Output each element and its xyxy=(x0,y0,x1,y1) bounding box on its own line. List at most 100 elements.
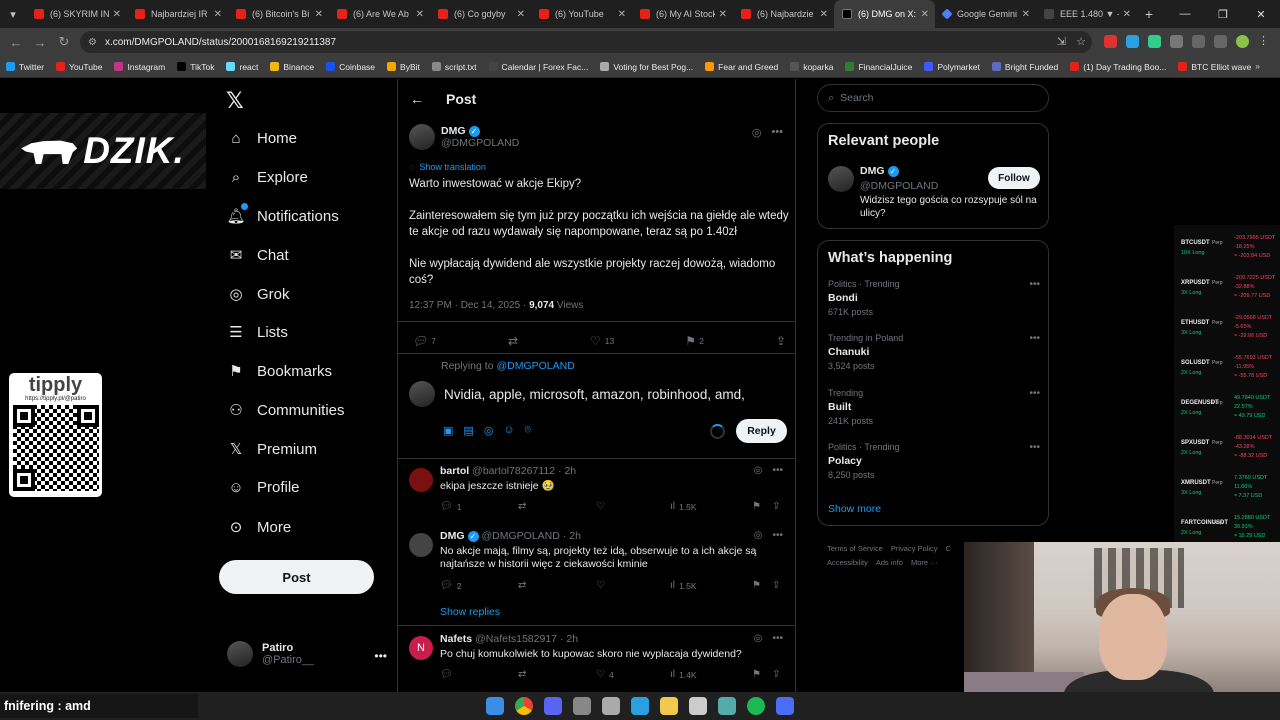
bookmark-item[interactable]: TikTok xyxy=(177,62,214,72)
browser-tab[interactable]: Google Gemini ✕ xyxy=(935,0,1036,28)
browser-tab[interactable]: (6) Co gdyby ✕ xyxy=(430,0,531,28)
bookmark-item[interactable]: YouTube xyxy=(56,62,102,72)
app-icon[interactable] xyxy=(689,697,707,715)
bookmark-item[interactable]: Binance xyxy=(270,62,314,72)
post-timestamp[interactable]: 12:37 PM · Dec 14, 2025 · xyxy=(409,300,529,311)
reply-author-name[interactable]: bartol xyxy=(440,465,469,477)
trend-item[interactable]: Trending in Poland Chanuki 3,524 posts ••• xyxy=(828,333,1040,371)
close-tab-icon[interactable]: ✕ xyxy=(113,9,121,20)
browser-tab[interactable]: (6) My AI Stock ✕ xyxy=(632,0,733,28)
bookmark-item[interactable]: Bright Funded xyxy=(991,62,1058,72)
repost-action[interactable]: ⇄ xyxy=(508,334,518,348)
nav-item-home[interactable]: ⌂ Home xyxy=(227,123,297,153)
app-icon[interactable] xyxy=(573,697,591,715)
repost-action[interactable]: ⇄ xyxy=(518,580,530,591)
show-replies-link[interactable]: Show replies xyxy=(440,606,500,618)
nav-item-more[interactable]: ⊙ More xyxy=(227,512,291,542)
tab-search-icon[interactable]: ▾ xyxy=(0,0,26,28)
share-action[interactable]: ⇪ xyxy=(772,669,780,680)
views-action[interactable]: ıl 1.4K xyxy=(670,669,697,680)
bookmark-item[interactable]: script.txt xyxy=(431,62,477,72)
nav-item-profile[interactable]: ☺ Profile xyxy=(227,472,299,502)
follow-button[interactable]: Follow xyxy=(988,167,1040,189)
bookmark-action[interactable]: ⚑ xyxy=(752,580,761,591)
reply-action[interactable]: 💬︎ 1 xyxy=(440,501,461,512)
author-name[interactable]: DMG xyxy=(441,125,466,137)
spotify-icon[interactable] xyxy=(747,697,765,715)
start-icon[interactable] xyxy=(486,697,504,715)
grok-icon[interactable]: ◎ xyxy=(754,465,763,476)
show-translation-link[interactable]: ◌ Show translation xyxy=(409,162,486,172)
close-tab-icon[interactable]: ✕ xyxy=(618,9,626,20)
browser-tab[interactable]: (6) YouTube ✕ xyxy=(531,0,632,28)
bookmark-action[interactable]: ⚑ xyxy=(752,501,761,512)
post-button[interactable]: Post xyxy=(219,560,374,594)
bookmark-item[interactable]: Polymarket xyxy=(924,62,980,72)
reply-time[interactable]: · 2h xyxy=(560,633,578,645)
nav-item-lists[interactable]: ☰ Lists xyxy=(227,317,288,347)
x-logo-icon[interactable]: 𝕏 xyxy=(226,88,244,114)
heart-action[interactable]: ♡ xyxy=(596,501,609,512)
reply-time[interactable]: · 2h xyxy=(563,530,581,542)
chrome-icon[interactable] xyxy=(515,697,533,715)
relevant-name[interactable]: DMG xyxy=(860,165,885,177)
close-window-icon[interactable]: ✕ xyxy=(1242,0,1280,28)
bookmark-item[interactable]: Fear and Greed xyxy=(705,62,778,72)
bookmark-item[interactable]: ByBit xyxy=(387,62,420,72)
telegram-icon[interactable] xyxy=(631,697,649,715)
reply-author-name[interactable]: DMG ✓ xyxy=(440,530,479,542)
gif-icon[interactable]: ▤ xyxy=(463,424,473,437)
app-icon[interactable] xyxy=(776,697,794,715)
grok-icon[interactable]: ◎ xyxy=(752,126,762,139)
more-icon[interactable]: ••• xyxy=(1029,279,1040,290)
new-tab-button[interactable]: + xyxy=(1137,6,1161,22)
more-icon[interactable]: ••• xyxy=(374,649,387,663)
close-tab-icon[interactable]: ✕ xyxy=(416,9,424,20)
footer-link[interactable]: C xyxy=(946,544,951,553)
nav-item-bookmarks[interactable]: ⚑ Bookmarks xyxy=(227,356,332,386)
share-action[interactable]: ⇪ xyxy=(772,501,780,512)
discord-icon[interactable] xyxy=(544,697,562,715)
reply-action[interactable]: 💬︎ xyxy=(440,669,457,680)
reload-icon[interactable]: ↻ xyxy=(52,34,76,50)
footer-link[interactable]: Privacy Policy xyxy=(891,544,938,553)
more-icon[interactable]: ••• xyxy=(772,530,783,541)
extension-icon[interactable] xyxy=(1148,35,1161,48)
trend-item[interactable]: Trending Built 241K posts ••• xyxy=(828,388,1040,426)
back-arrow-icon[interactable]: ← xyxy=(410,91,424,107)
close-tab-icon[interactable]: ✕ xyxy=(921,9,929,20)
close-tab-icon[interactable]: ✕ xyxy=(1123,9,1131,20)
puzzle-icon[interactable] xyxy=(1170,35,1183,48)
app-icon[interactable] xyxy=(718,697,736,715)
footer-link[interactable]: Accessibility xyxy=(827,558,868,567)
footer-link[interactable]: Terms of Service xyxy=(827,544,883,553)
bookmark-item[interactable]: koparka xyxy=(790,62,833,72)
forward-icon[interactable]: → xyxy=(28,35,52,50)
repost-action[interactable]: ⇄ xyxy=(518,501,530,512)
browser-tab[interactable]: EEE 1.480 ▼ - ✕ xyxy=(1036,0,1137,28)
restore-icon[interactable]: ❐ xyxy=(1204,0,1242,28)
reply-input[interactable]: Nvidia, apple, microsoft, amazon, robinh… xyxy=(444,387,745,402)
show-more-link[interactable]: Show more xyxy=(828,503,881,515)
account-switcher[interactable]: Patiro @Patiro__ ••• xyxy=(227,641,387,667)
bookmark-action[interactable]: ⚑ 2 xyxy=(686,334,704,348)
close-tab-icon[interactable]: ✕ xyxy=(315,9,323,20)
reply-author-handle[interactable]: @DMGPOLAND xyxy=(482,530,560,542)
heart-action[interactable]: ♡ xyxy=(596,580,609,591)
share-action[interactable]: ⇪ xyxy=(772,580,780,591)
more-icon[interactable]: ••• xyxy=(771,126,783,139)
bookmark-item[interactable]: FinancialJuice xyxy=(845,62,912,72)
reply-author-handle[interactable]: @Nafets1582917 xyxy=(475,633,557,645)
relevant-handle[interactable]: @DMGPOLAND xyxy=(860,180,938,192)
reply-button[interactable]: Reply xyxy=(736,419,787,443)
reply-author-handle[interactable]: @bartol78267112 xyxy=(472,465,555,477)
footer-link[interactable]: Ads info xyxy=(876,558,903,567)
more-icon[interactable]: ••• xyxy=(772,465,783,476)
like-action[interactable]: ♡ 13 xyxy=(590,334,614,348)
bookmark-item[interactable]: Coinbase xyxy=(326,62,375,72)
nav-item-grok[interactable]: ◎ Grok xyxy=(227,279,289,309)
grok-icon[interactable]: ◎ xyxy=(484,424,494,437)
trend-item[interactable]: Politics · Trending Bondi 671K posts ••• xyxy=(828,279,1040,317)
sidebar-icon[interactable] xyxy=(1214,35,1227,48)
close-tab-icon[interactable]: ✕ xyxy=(820,9,828,20)
